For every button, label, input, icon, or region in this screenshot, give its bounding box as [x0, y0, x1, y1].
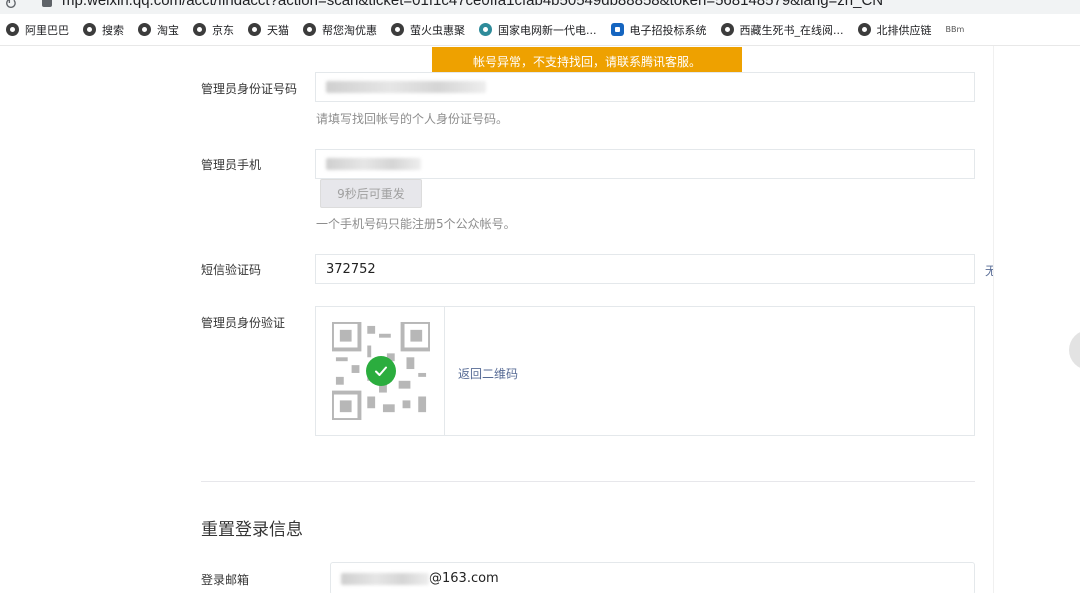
bookmark-item[interactable]: 淘宝 [138, 22, 179, 38]
address-bar[interactable]: ↻ mp.weixin.qq.com/acct/findacct?action=… [0, 0, 1080, 14]
bookmark-item[interactable]: 北排供应链 [857, 22, 932, 38]
bookmark-item[interactable]: 帮您淘优惠 [303, 22, 377, 38]
reload-icon[interactable]: ↻ [4, 0, 17, 13]
state-grid-icon [479, 23, 492, 36]
bookmark-item[interactable]: 国家电网新一代电... [479, 22, 597, 38]
bookmark-item[interactable]: 天猫 [248, 22, 289, 38]
bookmark-label: 萤火虫惠聚 [410, 23, 465, 37]
bookmark-label: 电子招投标系统 [629, 23, 707, 37]
bookmark-item[interactable]: 阿里巴巴 [6, 22, 69, 38]
check-icon [366, 356, 396, 386]
globe-icon [303, 23, 316, 36]
bookmark-label: 帮您淘优惠 [322, 23, 377, 37]
phone-tip: 一个手机号码只能注册5个公众帐号。 [316, 217, 516, 231]
bookmark-item[interactable]: 京东 [193, 22, 234, 38]
globe-icon [6, 23, 19, 36]
globe-icon [391, 23, 404, 36]
id-number-input[interactable] [315, 72, 975, 102]
globe-icon [248, 23, 261, 36]
bookmark-label: 淘宝 [157, 23, 179, 37]
sms-code-label: 短信验证码 [201, 263, 262, 277]
globe-icon [83, 23, 96, 36]
section-divider [201, 481, 975, 482]
email-suffix: @163.com [429, 571, 499, 586]
globe-icon [720, 23, 734, 36]
globe-icon [857, 23, 871, 36]
sms-code-input[interactable]: 372752 [315, 254, 975, 284]
bookmark-label: 搜索 [102, 23, 124, 37]
login-email-label: 登录邮箱 [201, 573, 250, 587]
resend-code-button[interactable]: 9秒后可重发 [320, 179, 422, 208]
bookmark-label: 国家电网新一代电... [498, 23, 597, 37]
bookmark-label: 京东 [212, 23, 234, 37]
page-gutter [993, 46, 1080, 593]
identity-verify-box: 返回二维码 [315, 306, 975, 436]
globe-icon [193, 23, 206, 36]
redacted-id-value [326, 81, 486, 93]
warning-banner: 帐号异常，不支持找回，请联系腾讯客服。 [432, 47, 742, 75]
bookmark-label: 阿里巴巴 [25, 23, 69, 37]
globe-icon [138, 23, 151, 36]
phone-input[interactable] [315, 149, 975, 179]
login-email-input[interactable]: @163.com [330, 562, 975, 593]
qr-code-cell [316, 307, 445, 435]
url-text[interactable]: mp.weixin.qq.com/acct/findacct?action=sc… [62, 0, 883, 9]
bookmark-item[interactable]: 电子招投标系统 [610, 22, 707, 38]
redacted-email-prefix [341, 572, 429, 585]
bidding-icon [610, 23, 624, 36]
id-number-tip: 请填写找回帐号的个人身份证号码。 [316, 112, 509, 126]
bookmarks-bar: 阿里巴巴 搜索 淘宝 京东 天猫 帮您淘优惠 萤火虫惠聚 国家电网新一代电... 电子招投标系统… [0, 14, 1080, 46]
sms-side-link[interactable]: 无 [985, 262, 993, 279]
id-number-label: 管理员身份证号码 [201, 82, 298, 96]
back-to-qr-link[interactable]: 返回二维码 [458, 365, 518, 382]
bookmark-label: 西藏生死书_在线阅... [739, 23, 844, 37]
phone-label: 管理员手机 [201, 158, 262, 172]
bookmark-label: BBm [945, 25, 965, 34]
bookmark-label: 北排供应链 [876, 23, 932, 37]
bookmark-label: 天猫 [267, 23, 289, 37]
bookmark-item[interactable]: BBm [946, 25, 965, 34]
redacted-phone-value [326, 158, 421, 170]
identity-verify-label: 管理员身份验证 [201, 316, 286, 330]
bookmark-item[interactable]: 西藏生死书_在线阅... [720, 22, 844, 38]
bookmark-item[interactable]: 萤火虫惠聚 [391, 22, 465, 38]
bookmark-item[interactable]: 搜索 [83, 22, 124, 38]
lock-icon[interactable] [42, 0, 52, 7]
reset-section-title: 重置登录信息 [201, 520, 303, 540]
